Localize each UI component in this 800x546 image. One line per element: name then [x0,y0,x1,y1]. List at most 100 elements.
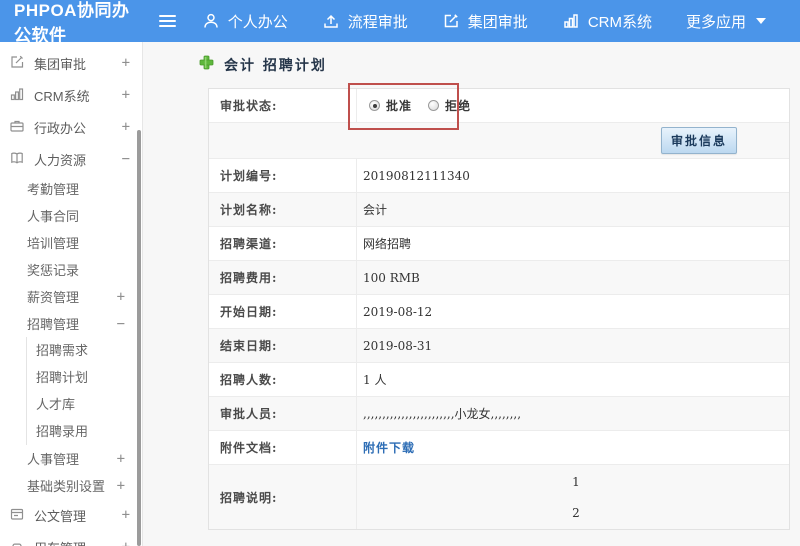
form-row-start-date: 开始日期: 2019-08-12 [209,295,789,329]
field-value: 2019-08-31 [363,338,433,353]
radio-button[interactable] [428,100,440,111]
sidebar-item-recruit-plan[interactable]: 招聘计划 [27,364,142,391]
sidebar-item-personnel[interactable]: 人事管理 + [0,445,142,472]
car-icon [9,538,25,546]
sidebar-item-salary[interactable]: 薪资管理 + [0,283,142,310]
sidebar-item-training[interactable]: 培训管理 [0,229,142,256]
sidebar-item-recruit-hire[interactable]: 招聘录用 [27,418,142,445]
topbar: PHPOA协同办公软件 个人办公 流程审批 集团审批 CRM系统 更多应用 [0,0,800,45]
book-icon [9,150,25,169]
document-icon [9,506,25,525]
expand-icon[interactable]: + [122,55,130,71]
form-row-channel: 招聘渠道: 网络招聘 [209,227,789,261]
nav-group-approval[interactable]: 集团审批 [442,11,528,32]
radio-approve[interactable]: 批准 [369,97,412,114]
nav-label: CRM系统 [587,13,652,31]
page-title: 会计 招聘计划 [224,58,327,74]
form-row-description: 招聘说明: 1 2 [209,465,789,529]
status-options: 批准 拒绝 [357,89,789,122]
app-logo[interactable]: PHPOA协同办公软件 [0,0,147,46]
radio-button-checked[interactable] [369,100,380,111]
field-label: 附件文档: [209,431,357,464]
field-value: 1 2 [572,474,580,520]
sidebar-item-admin-office[interactable]: 行政办公 + [0,111,142,143]
field-label: 招聘人数: [209,363,357,396]
hamburger-menu-icon[interactable] [158,12,176,30]
form-row-plan-number: 计划编号: 20190812111340 [209,159,789,193]
field-value: 会计 [363,203,388,217]
field-label: 开始日期: [209,295,357,328]
form-row-headcount: 招聘人数: 1 人 [209,363,789,397]
attachment-download-link[interactable]: 附件下载 [363,439,415,456]
field-value: 100 RMB [363,270,420,285]
sidebar-item-contract[interactable]: 人事合同 [0,202,142,229]
breadcrumb: 会计 招聘计划 [143,42,800,88]
sidebar-item-base-category[interactable]: 基础类别设置 + [0,472,142,499]
collapse-icon[interactable]: − [122,151,130,167]
expand-icon[interactable]: + [122,539,130,546]
field-value: 1 人 [363,373,387,387]
nav-personal-office[interactable]: 个人办公 [202,11,288,32]
upload-icon [322,12,340,30]
radio-reject[interactable]: 拒绝 [428,97,471,114]
expand-icon[interactable]: + [117,289,125,305]
sidebar-item-attendance[interactable]: 考勤管理 [0,175,142,202]
nav-label: 个人办公 [227,13,288,31]
field-label: 审批状态: [209,89,357,122]
form-row-attachment: 附件文档: 附件下载 [209,431,789,465]
sidebar-scrollbar[interactable] [137,130,141,546]
field-value: 网络招聘 [363,237,412,251]
sidebar: 集团审批 + CRM系统 + 行政办公 + 人力资源 − 考勤管理 人事合同 培… [0,42,143,546]
sidebar-item-label: 用车管理 [34,538,122,546]
sidebar-item-doc-mgmt[interactable]: 公文管理 + [0,499,142,531]
nav-label: 流程审批 [347,13,408,31]
form-row-cost: 招聘费用: 100 RMB [209,261,789,295]
sidebar-item-label: 行政办公 [34,120,87,136]
sidebar-item-recruit-demand[interactable]: 招聘需求 [27,337,142,364]
plus-icon [199,55,214,75]
expand-icon[interactable]: + [122,119,130,135]
user-icon [202,12,220,30]
nav-label: 集团审批 [467,13,528,31]
form-row-approvers: 审批人员: ,,,,,,,,,,,,,,,,,,,,,,,,小龙女,,,,,,,… [209,397,789,431]
field-label: 招聘费用: [209,261,357,294]
expand-icon[interactable]: + [122,507,130,523]
edit-icon [9,54,25,73]
sidebar-item-rewards[interactable]: 奖惩记录 [0,256,142,283]
caret-down-icon [756,18,766,24]
recruit-submenu: 招聘需求 招聘计划 人才库 招聘录用 [26,337,142,445]
sidebar-item-group-approval[interactable]: 集团审批 + [0,47,142,79]
sidebar-item-label: 人力资源 [34,152,87,168]
expand-icon[interactable]: + [117,478,125,494]
expand-icon[interactable]: + [117,451,125,467]
sidebar-item-recruit-mgmt[interactable]: 招聘管理 − [0,310,142,337]
field-label: 招聘说明: [209,465,357,529]
nav-crm[interactable]: CRM系统 [562,11,652,32]
approval-form: 审批状态: 批准 拒绝 审批信息 计划编号: 20190812111340 计划… [208,88,790,530]
sidebar-item-label: CRM系统 [34,88,90,104]
nav-workflow-approval[interactable]: 流程审批 [322,11,408,32]
nav-more-apps[interactable]: 更多应用 [686,11,766,32]
field-label: 计划名称: [209,193,357,226]
bar-chart-icon [562,12,580,30]
main-content: 会计 招聘计划 审批状态: 批准 拒绝 审批信息 计划编号: 201908121… [143,42,800,546]
expand-icon[interactable]: + [122,87,130,103]
field-value: 2019-08-12 [363,304,433,319]
field-label: 计划编号: [209,159,357,192]
field-label: 审批人员: [209,397,357,430]
field-label: 招聘渠道: [209,227,357,260]
sidebar-item-vehicle[interactable]: 用车管理 + [0,531,142,546]
sidebar-item-label: 公文管理 [34,508,87,524]
form-row-status: 审批状态: 批准 拒绝 [209,89,789,123]
collapse-icon[interactable]: − [117,316,125,332]
sidebar-item-crm[interactable]: CRM系统 + [0,79,142,111]
sidebar-item-talent-pool[interactable]: 人才库 [27,391,142,418]
field-value: 20190812111340 [363,168,470,183]
nav-label: 更多应用 [685,13,746,31]
approve-info-button[interactable]: 审批信息 [660,127,737,154]
sidebar-item-hr[interactable]: 人力资源 − [0,143,142,175]
top-navigation: 个人办公 流程审批 集团审批 CRM系统 更多应用 [202,11,800,32]
bar-chart-icon [9,86,25,105]
briefcase-icon [9,118,25,137]
form-row-actions: 审批信息 [209,123,789,159]
